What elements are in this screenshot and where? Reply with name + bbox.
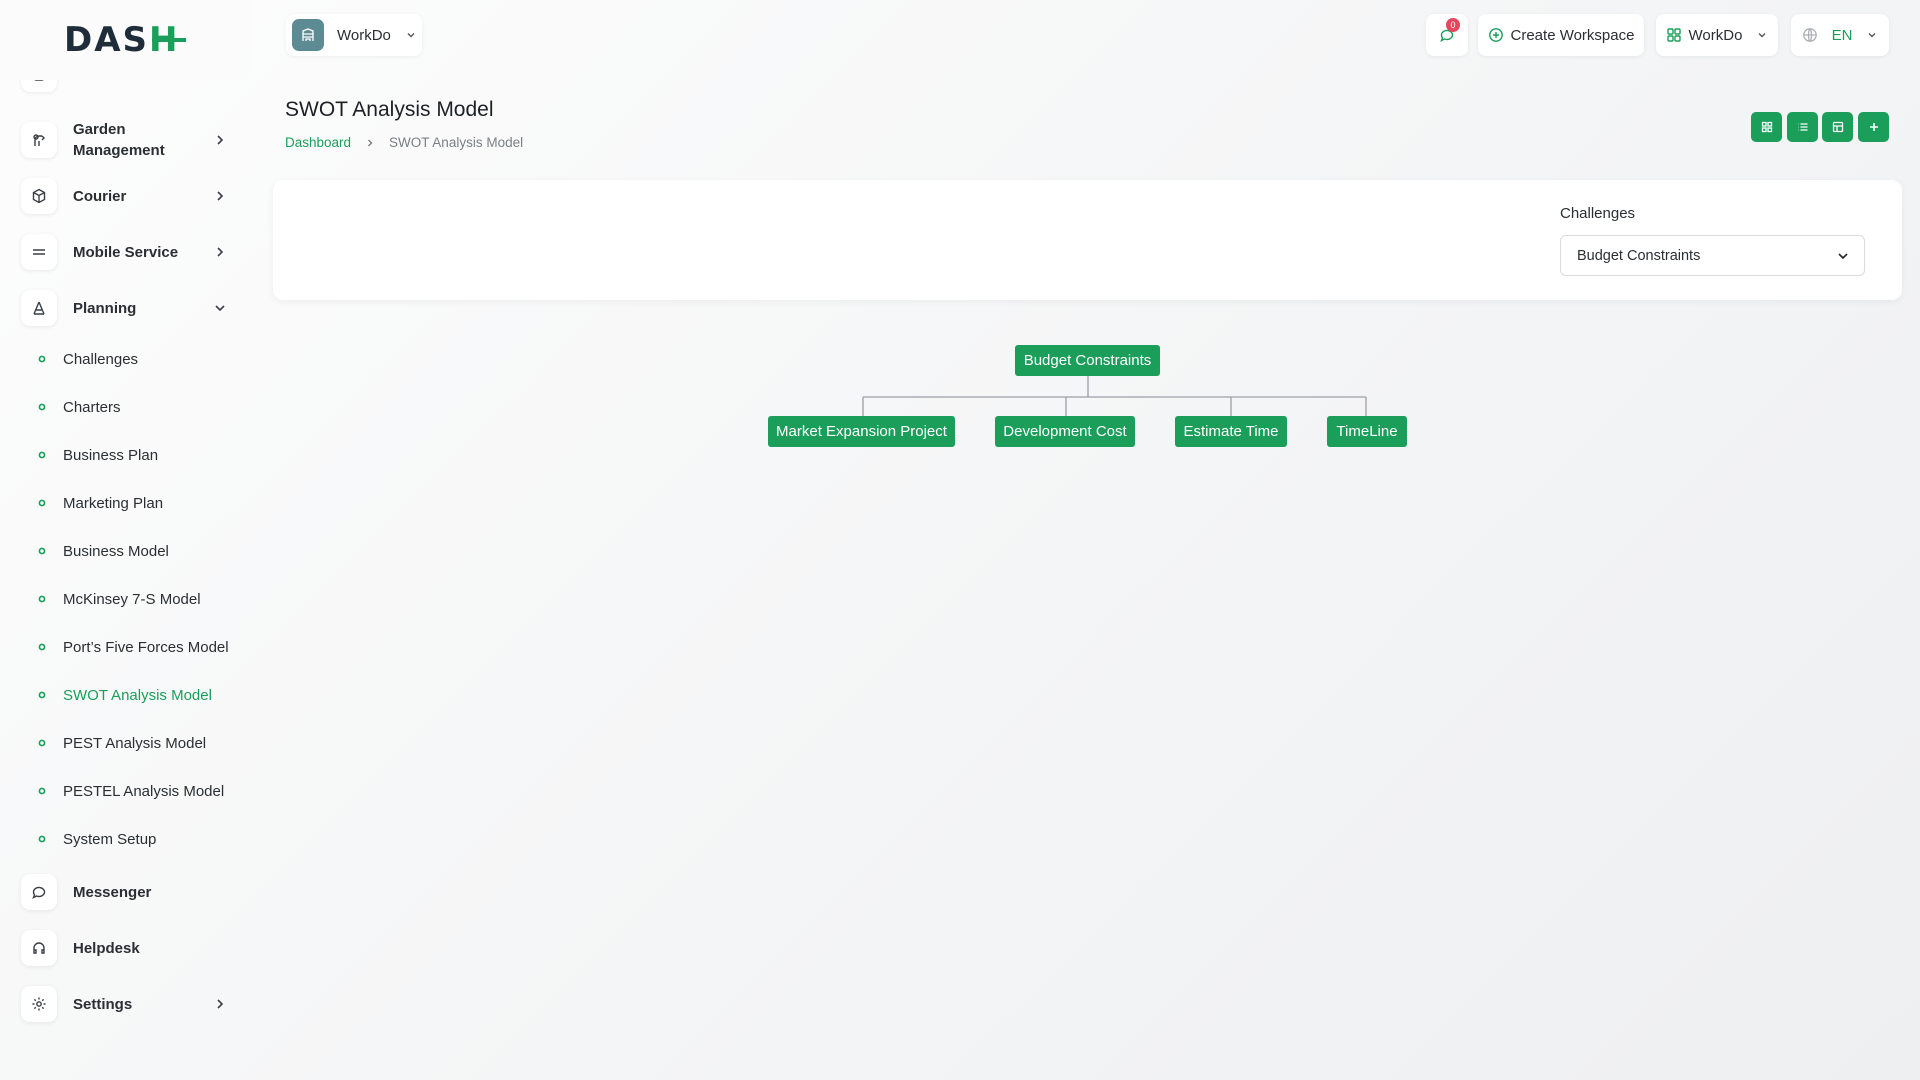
sidebar-item-garden-management[interactable]: Garden Management	[21, 119, 231, 161]
user-workspace-menu[interactable]: WorkDo	[1656, 14, 1778, 56]
plant-icon	[21, 122, 57, 158]
messages-button[interactable]: 0	[1426, 14, 1468, 56]
language-selector[interactable]: EN	[1791, 14, 1889, 56]
sub-item-pestel-analysis-model[interactable]: PESTEL Analysis Model	[38, 779, 224, 803]
chevron-down-icon	[1868, 33, 1876, 38]
grid-icon	[1761, 121, 1772, 133]
table-view-button[interactable]	[1822, 112, 1853, 142]
sub-item-challenges[interactable]: Challenges	[38, 347, 138, 371]
sidebar-item-courier[interactable]: Courier	[21, 178, 231, 214]
sidebar: DASH CR... Garden Management Courier Mob…	[0, 0, 250, 1080]
sub-item-pest-analysis-model[interactable]: PEST Analysis Model	[38, 731, 206, 755]
tree-child-node[interactable]: TimeLine	[1327, 416, 1407, 447]
challenges-selected-value: Budget Constraints	[1577, 247, 1701, 264]
plus-circle-icon	[1488, 28, 1503, 42]
tree-child-node[interactable]: Market Expansion Project	[768, 416, 955, 447]
sidebar-item-settings[interactable]: Settings	[21, 986, 231, 1022]
sub-item-marketing-plan[interactable]: Marketing Plan	[38, 491, 163, 515]
sidebar-item-mobile-service[interactable]: Mobile Service	[21, 234, 231, 270]
lines-icon	[21, 234, 57, 270]
sub-item-charters[interactable]: Charters	[38, 395, 121, 419]
create-workspace-button[interactable]: Create Workspace	[1478, 14, 1644, 56]
breadcrumb-current: SWOT Analysis Model	[389, 135, 524, 150]
tree-connectors	[862, 375, 1367, 416]
sidebar-item-planning[interactable]: Planning	[21, 290, 231, 326]
sub-item-business-plan[interactable]: Business Plan	[38, 443, 158, 467]
breadcrumb-dashboard-link[interactable]: Dashboard	[285, 135, 351, 150]
filter-card: Challenges Budget Constraints	[273, 180, 1902, 300]
list-icon	[1797, 123, 1807, 131]
table-icon	[1832, 121, 1843, 133]
tree-root-node[interactable]: Budget Constraints	[1015, 345, 1160, 376]
building-icon	[292, 19, 324, 51]
box-icon	[21, 178, 57, 214]
list-view-button[interactable]	[1787, 112, 1818, 142]
logo-text: DASH	[64, 20, 186, 60]
gear-icon	[21, 986, 57, 1022]
chat-icon	[21, 874, 57, 910]
sub-item-swot-analysis-model[interactable]: SWOT Analysis Model	[38, 683, 212, 707]
sidebar-item-messenger[interactable]: Messenger	[21, 874, 231, 910]
apps-icon	[1666, 28, 1681, 42]
tree-child-node[interactable]: Development Cost	[995, 416, 1135, 447]
grid-view-button[interactable]	[1751, 112, 1782, 142]
chevron-down-icon	[1838, 253, 1848, 260]
headset-icon	[21, 930, 57, 966]
workspace-switcher[interactable]: WorkDo	[286, 14, 422, 56]
add-button[interactable]	[1858, 112, 1889, 142]
globe-icon	[1802, 28, 1817, 42]
sidebar-item-helpdesk[interactable]: Helpdesk	[21, 930, 231, 966]
sub-item-ports-five-forces-model[interactable]: Port’s Five Forces Model	[38, 635, 229, 659]
page-title: SWOT Analysis Model	[285, 98, 494, 121]
chevron-down-icon	[215, 305, 225, 312]
breadcrumb: Dashboard SWOT Analysis Model	[285, 135, 523, 150]
notification-badge: 0	[1446, 18, 1460, 32]
chevron-down-icon	[1758, 33, 1766, 38]
plus-icon	[1869, 123, 1878, 131]
brand-logo[interactable]: DASH	[0, 0, 250, 80]
chevron-right-icon	[368, 139, 373, 146]
compass-icon	[21, 290, 57, 326]
sub-item-system-setup[interactable]: System Setup	[38, 827, 156, 851]
tree-child-node[interactable]: Estimate Time	[1175, 416, 1287, 447]
chevron-down-icon	[407, 33, 415, 38]
sub-item-mckinsey-7s-model[interactable]: McKinsey 7-S Model	[38, 587, 201, 611]
challenges-label: Challenges	[1560, 205, 1636, 222]
challenges-select[interactable]: Budget Constraints	[1560, 235, 1865, 276]
sub-item-business-model[interactable]: Business Model	[38, 539, 169, 563]
